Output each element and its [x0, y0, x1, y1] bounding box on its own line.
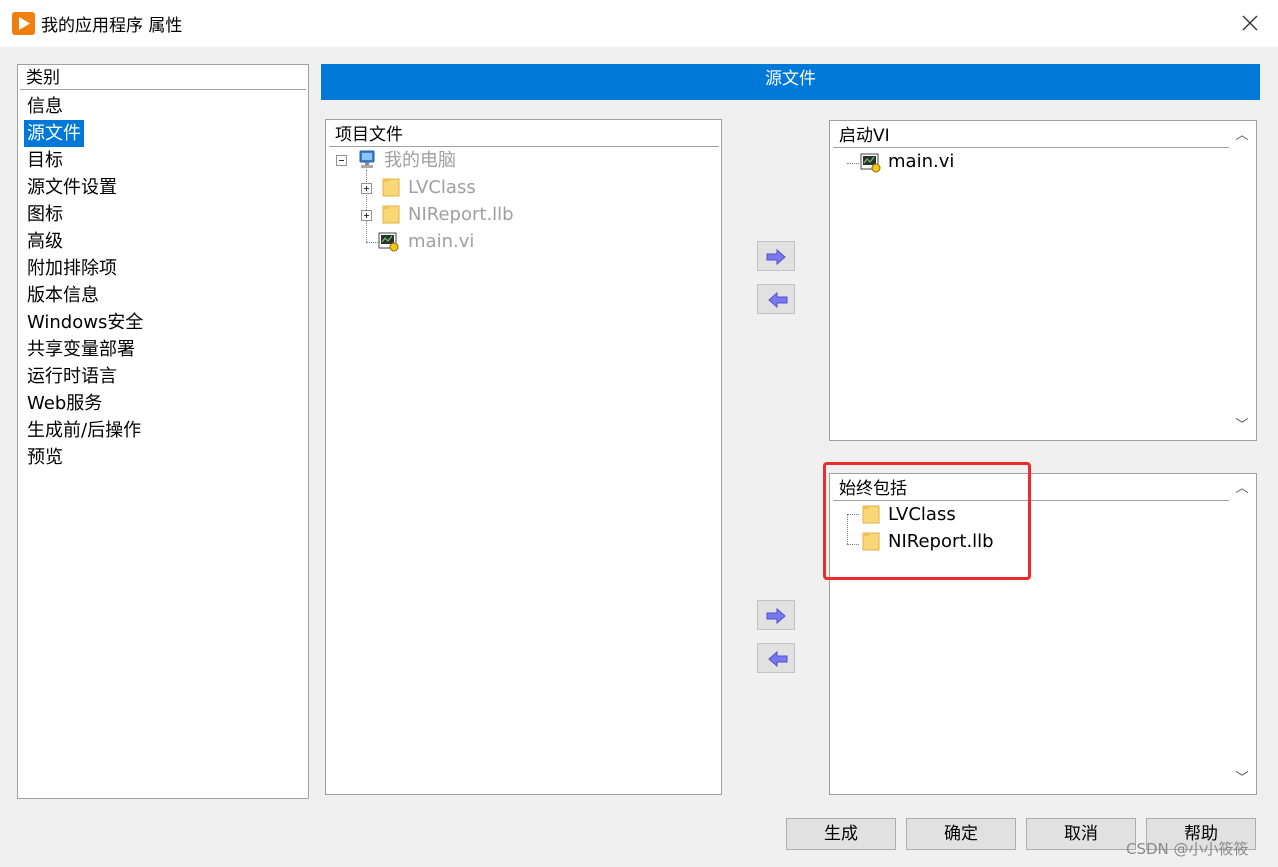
collapse-toggle-icon[interactable]	[336, 155, 347, 166]
section-title-banner: 源文件	[321, 64, 1260, 100]
ok-button[interactable]: 确定	[906, 818, 1016, 850]
category-item-runtime-languages[interactable]: 运行时语言	[24, 363, 146, 390]
category-item-pre-post-build-actions[interactable]: 生成前/后操作	[24, 417, 146, 444]
category-item-destinations[interactable]: 目标	[24, 147, 146, 174]
tree-item-my-computer[interactable]: 我的电脑	[384, 149, 456, 173]
tree-item-nireport-llb[interactable]: NIReport.llb	[408, 203, 514, 227]
tree-connector	[366, 170, 367, 242]
folder-icon	[382, 204, 400, 224]
tree-item-main-vi[interactable]: main.vi	[408, 230, 474, 254]
remove-from-startup-button[interactable]	[757, 284, 795, 314]
arrow-left-icon	[768, 291, 788, 309]
category-item-windows-security[interactable]: Windows安全	[24, 309, 146, 336]
scroll-down-icon[interactable]: ﹀	[1235, 419, 1249, 433]
build-button[interactable]: 生成	[786, 818, 896, 850]
category-item-info[interactable]: 信息	[24, 93, 146, 120]
category-item-version-info[interactable]: 版本信息	[24, 282, 146, 309]
category-item-source-file-settings[interactable]: 源文件设置	[24, 174, 146, 201]
category-item-preview[interactable]: 预览	[24, 444, 146, 471]
category-item-source-files[interactable]: 源文件	[24, 120, 84, 147]
tree-item-lvclass[interactable]: LVClass	[408, 176, 476, 200]
startup-vis-panel[interactable]: 启动VI main.vi ︿ ﹀	[829, 120, 1257, 441]
vi-file-icon	[860, 153, 882, 173]
play-logo-icon	[12, 12, 35, 35]
startup-vis-header: 启动VI	[833, 124, 1229, 148]
expand-toggle-icon[interactable]	[361, 210, 372, 221]
cancel-button[interactable]: 取消	[1026, 818, 1136, 850]
watermark: CSDN @小小筱筱	[1126, 840, 1249, 858]
category-item-icon[interactable]: 图标	[24, 201, 146, 228]
startup-item-main-vi[interactable]: main.vi	[888, 150, 954, 174]
add-to-always-include-button[interactable]	[757, 600, 795, 630]
arrow-left-icon	[768, 650, 788, 668]
arrow-right-icon	[766, 607, 786, 625]
category-panel: 类别 信息 源文件 目标 源文件设置 图标 高级 附加排除项 版本信息 Wind…	[17, 64, 309, 799]
category-item-advanced[interactable]: 高级	[24, 228, 146, 255]
annotation-highlight-box	[823, 462, 1031, 580]
expand-toggle-icon[interactable]	[361, 183, 372, 194]
category-header: 类别	[20, 67, 306, 90]
category-list: 信息 源文件 目标 源文件设置 图标 高级 附加排除项 版本信息 Windows…	[24, 93, 146, 471]
window-title: 我的应用程序 属性	[41, 16, 183, 36]
vi-file-icon	[378, 232, 400, 252]
category-item-shared-variable-deployment[interactable]: 共享变量部署	[24, 336, 146, 363]
arrow-right-icon	[766, 248, 786, 266]
scroll-down-icon[interactable]: ﹀	[1235, 772, 1249, 786]
scroll-up-icon[interactable]: ︿	[1235, 482, 1249, 496]
tree-connector	[847, 163, 859, 164]
tree-connector	[366, 242, 378, 243]
computer-icon	[358, 150, 376, 170]
scroll-up-icon[interactable]: ︿	[1235, 129, 1249, 143]
add-to-startup-button[interactable]	[757, 241, 795, 271]
close-icon[interactable]	[1239, 12, 1261, 34]
project-files-header: 项目文件	[329, 123, 719, 147]
project-files-panel[interactable]: 项目文件 我的电脑 LVClass NIReport.llb main.vi	[325, 119, 722, 795]
folder-icon	[382, 177, 400, 197]
category-item-web-services[interactable]: Web服务	[24, 390, 146, 417]
category-item-additional-exclusions[interactable]: 附加排除项	[24, 255, 146, 282]
title-bar: 我的应用程序 属性	[0, 0, 1278, 47]
remove-from-always-include-button[interactable]	[757, 643, 795, 673]
